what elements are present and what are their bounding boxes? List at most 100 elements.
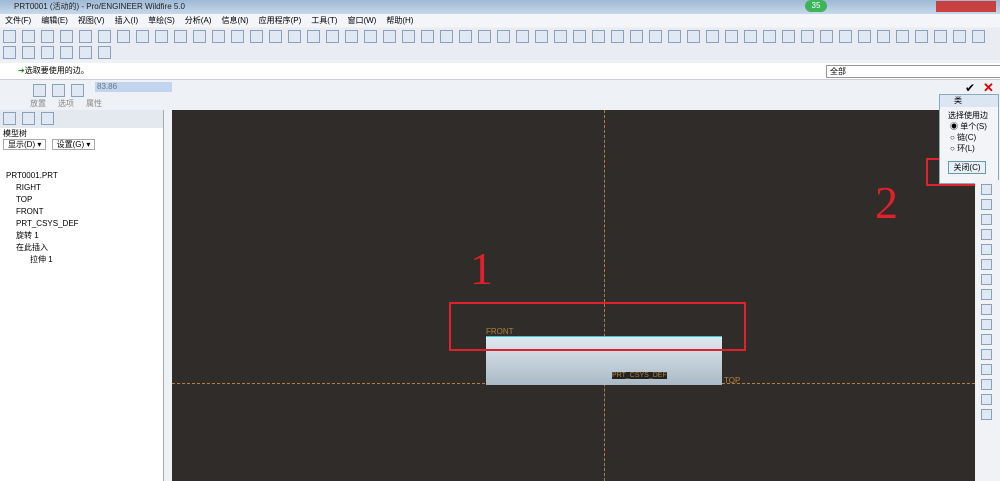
menu-applications[interactable]: 应用程序(P): [259, 16, 302, 25]
menu-info[interactable]: 信息(N): [221, 16, 248, 25]
sketch-tool-icon[interactable]: [981, 229, 992, 240]
toolbar-icon[interactable]: [573, 30, 586, 43]
toolbar-icon[interactable]: [820, 30, 833, 43]
menu-sketch[interactable]: 草绘(S): [148, 16, 175, 25]
toolbar-icon[interactable]: [478, 30, 491, 43]
radio-single[interactable]: ◉ 单个(S): [940, 121, 998, 132]
toolbar-icon[interactable]: [459, 30, 472, 43]
graphics-window[interactable]: FRONT TOP PRT_CSYS_DEF 1 2: [172, 110, 975, 481]
menu-insert[interactable]: 插入(I): [115, 16, 139, 25]
toolbar-icon[interactable]: [250, 30, 263, 43]
window-controls[interactable]: [936, 1, 996, 12]
tree-item-top[interactable]: TOP: [0, 194, 163, 206]
toolbar-icon[interactable]: [60, 30, 73, 43]
toolbar-icon[interactable]: [155, 30, 168, 43]
toolbar-icon[interactable]: [117, 30, 130, 43]
toolbar-icon[interactable]: [3, 46, 16, 59]
toolbar-icon[interactable]: [231, 30, 244, 43]
sketch-tool-icon[interactable]: [981, 379, 992, 390]
toolbar-icon[interactable]: [839, 30, 852, 43]
toolbar-icon[interactable]: [60, 46, 73, 59]
sketch-tool-icon[interactable]: [981, 394, 992, 405]
toolbar-icon[interactable]: [98, 30, 111, 43]
tree-item-revolve[interactable]: 旋转 1: [0, 230, 163, 242]
round-icon[interactable]: [71, 84, 84, 97]
tree-item-front[interactable]: FRONT: [0, 206, 163, 218]
toolbar-icon[interactable]: [193, 30, 206, 43]
toolbar-icon[interactable]: [22, 30, 35, 43]
menu-window[interactable]: 窗口(W): [347, 16, 376, 25]
toolbar-icon[interactable]: [402, 30, 415, 43]
toolbar-icon[interactable]: [687, 30, 700, 43]
toolbar-icon[interactable]: [630, 30, 643, 43]
sketch-tool-icon[interactable]: [981, 199, 992, 210]
tab-options[interactable]: 选项: [58, 98, 74, 109]
toolbar-icon[interactable]: [725, 30, 738, 43]
toolbar-icon[interactable]: [706, 30, 719, 43]
toolbar-icon[interactable]: [212, 30, 225, 43]
sketch-tool-icon[interactable]: [981, 409, 992, 420]
surface-icon[interactable]: [52, 84, 65, 97]
close-button[interactable]: 关闭(C): [948, 161, 986, 174]
toolbar-icon[interactable]: [174, 30, 187, 43]
toolbar-icon[interactable]: [782, 30, 795, 43]
toolbar-icon[interactable]: [554, 30, 567, 43]
tree-tab-icon[interactable]: [3, 112, 16, 125]
toolbar-icon[interactable]: [896, 30, 909, 43]
tab-placement[interactable]: 放置: [30, 98, 46, 109]
toolbar-icon[interactable]: [383, 30, 396, 43]
show-button[interactable]: 显示(D) ▾: [3, 139, 47, 150]
toolbar-icon[interactable]: [934, 30, 947, 43]
toolbar-icon[interactable]: [307, 30, 320, 43]
toolbar-icon[interactable]: [288, 30, 301, 43]
menu-tools[interactable]: 工具(T): [311, 16, 337, 25]
toolbar-icon[interactable]: [668, 30, 681, 43]
toolbar-icon[interactable]: [744, 30, 757, 43]
toolbar-icon[interactable]: [497, 30, 510, 43]
toolbar-icon[interactable]: [535, 30, 548, 43]
toolbar-icon[interactable]: [953, 30, 966, 43]
sketch-tool-icon[interactable]: [981, 349, 992, 360]
toolbar-icon[interactable]: [763, 30, 776, 43]
ok-icon[interactable]: ✔: [965, 81, 975, 95]
sketch-tool-icon[interactable]: [981, 214, 992, 225]
menu-edit[interactable]: 编辑(E): [41, 16, 68, 25]
toolbar-icon[interactable]: [79, 30, 92, 43]
sketch-tool-icon[interactable]: [981, 289, 992, 300]
toolbar-icon[interactable]: [136, 30, 149, 43]
toolbar-icon[interactable]: [440, 30, 453, 43]
menu-analysis[interactable]: 分析(A): [185, 16, 212, 25]
tree-item-csys[interactable]: PRT_CSYS_DEF: [0, 218, 163, 230]
filter-select[interactable]: 全部: [826, 65, 1000, 78]
toolbar-icon[interactable]: [269, 30, 282, 43]
sketch-tool-icon[interactable]: [981, 259, 992, 270]
toolbar-icon[interactable]: [98, 46, 111, 59]
toolbar-icon[interactable]: [801, 30, 814, 43]
toolbar-icon[interactable]: [364, 30, 377, 43]
toolbar-icon[interactable]: [79, 46, 92, 59]
toolbar-icon[interactable]: [877, 30, 890, 43]
sketch-tool-icon[interactable]: [981, 244, 992, 255]
radio-chain[interactable]: ○ 链(C): [940, 132, 998, 143]
sketch-tool-icon[interactable]: [981, 304, 992, 315]
edge-icon[interactable]: [33, 84, 46, 97]
menu-file[interactable]: 文件(F): [5, 16, 31, 25]
toolbar-icon[interactable]: [972, 30, 985, 43]
toolbar-icon[interactable]: [22, 46, 35, 59]
toolbar-icon[interactable]: [611, 30, 624, 43]
toolbar-icon[interactable]: [915, 30, 928, 43]
radio-loop[interactable]: ○ 环(L): [940, 143, 998, 154]
toolbar-icon[interactable]: [421, 30, 434, 43]
toolbar-icon[interactable]: [345, 30, 358, 43]
sketch-tool-icon[interactable]: [981, 334, 992, 345]
toolbar-icon[interactable]: [858, 30, 871, 43]
tree-item-part[interactable]: PRT0001.PRT: [0, 170, 163, 182]
tab-properties[interactable]: 属性: [86, 98, 102, 109]
toolbar-icon[interactable]: [41, 30, 54, 43]
menu-help[interactable]: 帮助(H): [386, 16, 413, 25]
tree-item-extrude[interactable]: 拉伸 1: [0, 254, 163, 266]
toolbar-icon[interactable]: [3, 30, 16, 43]
tree-item-insert-here[interactable]: 在此插入: [0, 242, 163, 254]
toolbar-icon[interactable]: [592, 30, 605, 43]
layer-tab-icon[interactable]: [22, 112, 35, 125]
